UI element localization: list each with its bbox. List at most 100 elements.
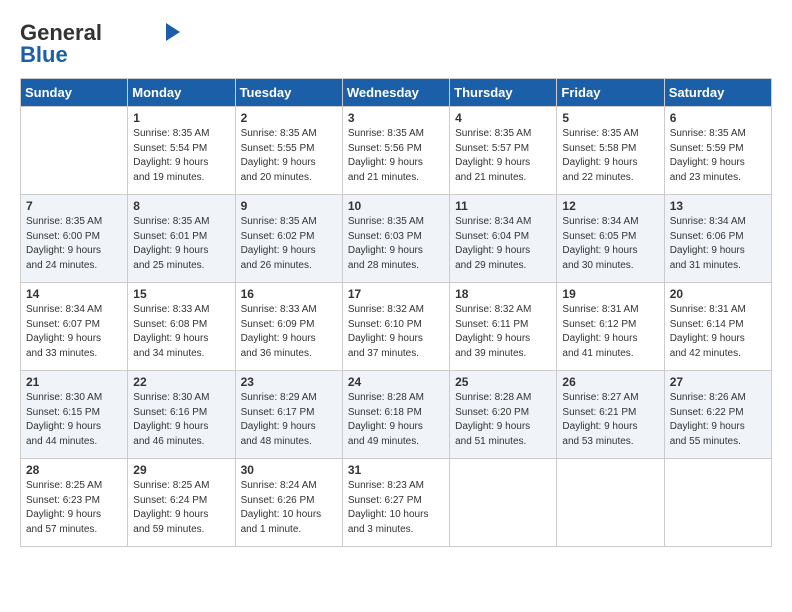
calendar-week-3: 14 Sunrise: 8:34 AM Sunset: 6:07 PM Dayli…	[21, 283, 772, 371]
calendar-cell: 21 Sunrise: 8:30 AM Sunset: 6:15 PM Dayli…	[21, 371, 128, 459]
day-info: Sunrise: 8:26 AM Sunset: 6:22 PM Dayligh…	[670, 391, 766, 449]
day-number: 23	[241, 375, 337, 389]
calendar-cell: 31 Sunrise: 8:23 AM Sunset: 6:27 PM Dayli…	[342, 459, 449, 547]
calendar-week-4: 21 Sunrise: 8:30 AM Sunset: 6:15 PM Dayli…	[21, 371, 772, 459]
day-number: 26	[562, 375, 658, 389]
logo-blue: Blue	[20, 42, 68, 68]
calendar-cell: 25 Sunrise: 8:28 AM Sunset: 6:20 PM Dayli…	[450, 371, 557, 459]
calendar-week-1: 1 Sunrise: 8:35 AM Sunset: 5:54 PM Daylig…	[21, 107, 772, 195]
day-number: 1	[133, 111, 229, 125]
day-info: Sunrise: 8:28 AM Sunset: 6:18 PM Dayligh…	[348, 391, 444, 449]
col-header-saturday: Saturday	[664, 79, 771, 107]
day-info: Sunrise: 8:34 AM Sunset: 6:05 PM Dayligh…	[562, 215, 658, 273]
day-info: Sunrise: 8:29 AM Sunset: 6:17 PM Dayligh…	[241, 391, 337, 449]
day-info: Sunrise: 8:31 AM Sunset: 6:12 PM Dayligh…	[562, 303, 658, 361]
day-info: Sunrise: 8:24 AM Sunset: 6:26 PM Dayligh…	[241, 479, 337, 537]
day-number: 4	[455, 111, 551, 125]
header: General Blue	[20, 20, 772, 68]
day-info: Sunrise: 8:35 AM Sunset: 5:59 PM Dayligh…	[670, 127, 766, 185]
day-number: 5	[562, 111, 658, 125]
day-number: 11	[455, 199, 551, 213]
day-number: 27	[670, 375, 766, 389]
day-number: 20	[670, 287, 766, 301]
day-number: 31	[348, 463, 444, 477]
day-number: 7	[26, 199, 122, 213]
day-number: 21	[26, 375, 122, 389]
calendar-cell: 10 Sunrise: 8:35 AM Sunset: 6:03 PM Dayli…	[342, 195, 449, 283]
day-number: 10	[348, 199, 444, 213]
day-info: Sunrise: 8:27 AM Sunset: 6:21 PM Dayligh…	[562, 391, 658, 449]
day-info: Sunrise: 8:34 AM Sunset: 6:07 PM Dayligh…	[26, 303, 122, 361]
day-number: 18	[455, 287, 551, 301]
day-number: 25	[455, 375, 551, 389]
day-info: Sunrise: 8:33 AM Sunset: 6:09 PM Dayligh…	[241, 303, 337, 361]
calendar-cell	[21, 107, 128, 195]
calendar-cell: 1 Sunrise: 8:35 AM Sunset: 5:54 PM Daylig…	[128, 107, 235, 195]
calendar-body: 1 Sunrise: 8:35 AM Sunset: 5:54 PM Daylig…	[21, 107, 772, 547]
day-number: 24	[348, 375, 444, 389]
day-info: Sunrise: 8:35 AM Sunset: 5:54 PM Dayligh…	[133, 127, 229, 185]
day-number: 3	[348, 111, 444, 125]
day-info: Sunrise: 8:23 AM Sunset: 6:27 PM Dayligh…	[348, 479, 444, 537]
day-number: 12	[562, 199, 658, 213]
day-info: Sunrise: 8:25 AM Sunset: 6:23 PM Dayligh…	[26, 479, 122, 537]
day-number: 29	[133, 463, 229, 477]
day-info: Sunrise: 8:32 AM Sunset: 6:10 PM Dayligh…	[348, 303, 444, 361]
day-info: Sunrise: 8:35 AM Sunset: 6:01 PM Dayligh…	[133, 215, 229, 273]
day-number: 8	[133, 199, 229, 213]
col-header-sunday: Sunday	[21, 79, 128, 107]
day-info: Sunrise: 8:35 AM Sunset: 6:02 PM Dayligh…	[241, 215, 337, 273]
calendar-cell: 26 Sunrise: 8:27 AM Sunset: 6:21 PM Dayli…	[557, 371, 664, 459]
calendar-cell: 16 Sunrise: 8:33 AM Sunset: 6:09 PM Dayli…	[235, 283, 342, 371]
day-number: 17	[348, 287, 444, 301]
calendar-cell	[557, 459, 664, 547]
calendar-cell	[450, 459, 557, 547]
calendar-cell	[664, 459, 771, 547]
calendar-cell: 30 Sunrise: 8:24 AM Sunset: 6:26 PM Dayli…	[235, 459, 342, 547]
calendar-cell: 17 Sunrise: 8:32 AM Sunset: 6:10 PM Dayli…	[342, 283, 449, 371]
calendar-cell: 12 Sunrise: 8:34 AM Sunset: 6:05 PM Dayli…	[557, 195, 664, 283]
calendar-cell: 22 Sunrise: 8:30 AM Sunset: 6:16 PM Dayli…	[128, 371, 235, 459]
calendar-cell: 23 Sunrise: 8:29 AM Sunset: 6:17 PM Dayli…	[235, 371, 342, 459]
calendar-cell: 24 Sunrise: 8:28 AM Sunset: 6:18 PM Dayli…	[342, 371, 449, 459]
day-number: 6	[670, 111, 766, 125]
day-info: Sunrise: 8:30 AM Sunset: 6:16 PM Dayligh…	[133, 391, 229, 449]
day-number: 15	[133, 287, 229, 301]
day-number: 14	[26, 287, 122, 301]
calendar-table: SundayMondayTuesdayWednesdayThursdayFrid…	[20, 78, 772, 547]
day-number: 2	[241, 111, 337, 125]
calendar-cell: 29 Sunrise: 8:25 AM Sunset: 6:24 PM Dayli…	[128, 459, 235, 547]
day-info: Sunrise: 8:30 AM Sunset: 6:15 PM Dayligh…	[26, 391, 122, 449]
day-number: 13	[670, 199, 766, 213]
calendar-cell: 15Sunrise: 8:33 AM Sunset: 6:08 PM Dayli…	[128, 283, 235, 371]
day-number: 30	[241, 463, 337, 477]
calendar-cell: 27 Sunrise: 8:26 AM Sunset: 6:22 PM Dayli…	[664, 371, 771, 459]
day-info: Sunrise: 8:34 AM Sunset: 6:06 PM Dayligh…	[670, 215, 766, 273]
col-header-tuesday: Tuesday	[235, 79, 342, 107]
day-number: 16	[241, 287, 337, 301]
day-info: Sunrise: 8:25 AM Sunset: 6:24 PM Dayligh…	[133, 479, 229, 537]
day-info: Sunrise: 8:31 AM Sunset: 6:14 PM Dayligh…	[670, 303, 766, 361]
calendar-cell: 20 Sunrise: 8:31 AM Sunset: 6:14 PM Dayli…	[664, 283, 771, 371]
day-number: 22	[133, 375, 229, 389]
calendar-cell: 18 Sunrise: 8:32 AM Sunset: 6:11 PM Dayli…	[450, 283, 557, 371]
calendar-week-2: 7 Sunrise: 8:35 AM Sunset: 6:00 PM Daylig…	[21, 195, 772, 283]
calendar-cell: 3 Sunrise: 8:35 AM Sunset: 5:56 PM Daylig…	[342, 107, 449, 195]
calendar-cell: 5Sunrise: 8:35 AM Sunset: 5:58 PM Daylig…	[557, 107, 664, 195]
day-info: Sunrise: 8:28 AM Sunset: 6:20 PM Dayligh…	[455, 391, 551, 449]
day-info: Sunrise: 8:35 AM Sunset: 6:03 PM Dayligh…	[348, 215, 444, 273]
day-number: 9	[241, 199, 337, 213]
calendar-cell: 28Sunrise: 8:25 AM Sunset: 6:23 PM Dayli…	[21, 459, 128, 547]
day-info: Sunrise: 8:32 AM Sunset: 6:11 PM Dayligh…	[455, 303, 551, 361]
day-info: Sunrise: 8:34 AM Sunset: 6:04 PM Dayligh…	[455, 215, 551, 273]
calendar-cell: 6 Sunrise: 8:35 AM Sunset: 5:59 PM Daylig…	[664, 107, 771, 195]
calendar-cell: 9 Sunrise: 8:35 AM Sunset: 6:02 PM Daylig…	[235, 195, 342, 283]
day-info: Sunrise: 8:35 AM Sunset: 5:55 PM Dayligh…	[241, 127, 337, 185]
day-info: Sunrise: 8:35 AM Sunset: 5:56 PM Dayligh…	[348, 127, 444, 185]
calendar-cell: 14 Sunrise: 8:34 AM Sunset: 6:07 PM Dayli…	[21, 283, 128, 371]
col-header-friday: Friday	[557, 79, 664, 107]
day-info: Sunrise: 8:35 AM Sunset: 6:00 PM Dayligh…	[26, 215, 122, 273]
calendar-cell: 19Sunrise: 8:31 AM Sunset: 6:12 PM Dayli…	[557, 283, 664, 371]
calendar-header-row: SundayMondayTuesdayWednesdayThursdayFrid…	[21, 79, 772, 107]
col-header-wednesday: Wednesday	[342, 79, 449, 107]
